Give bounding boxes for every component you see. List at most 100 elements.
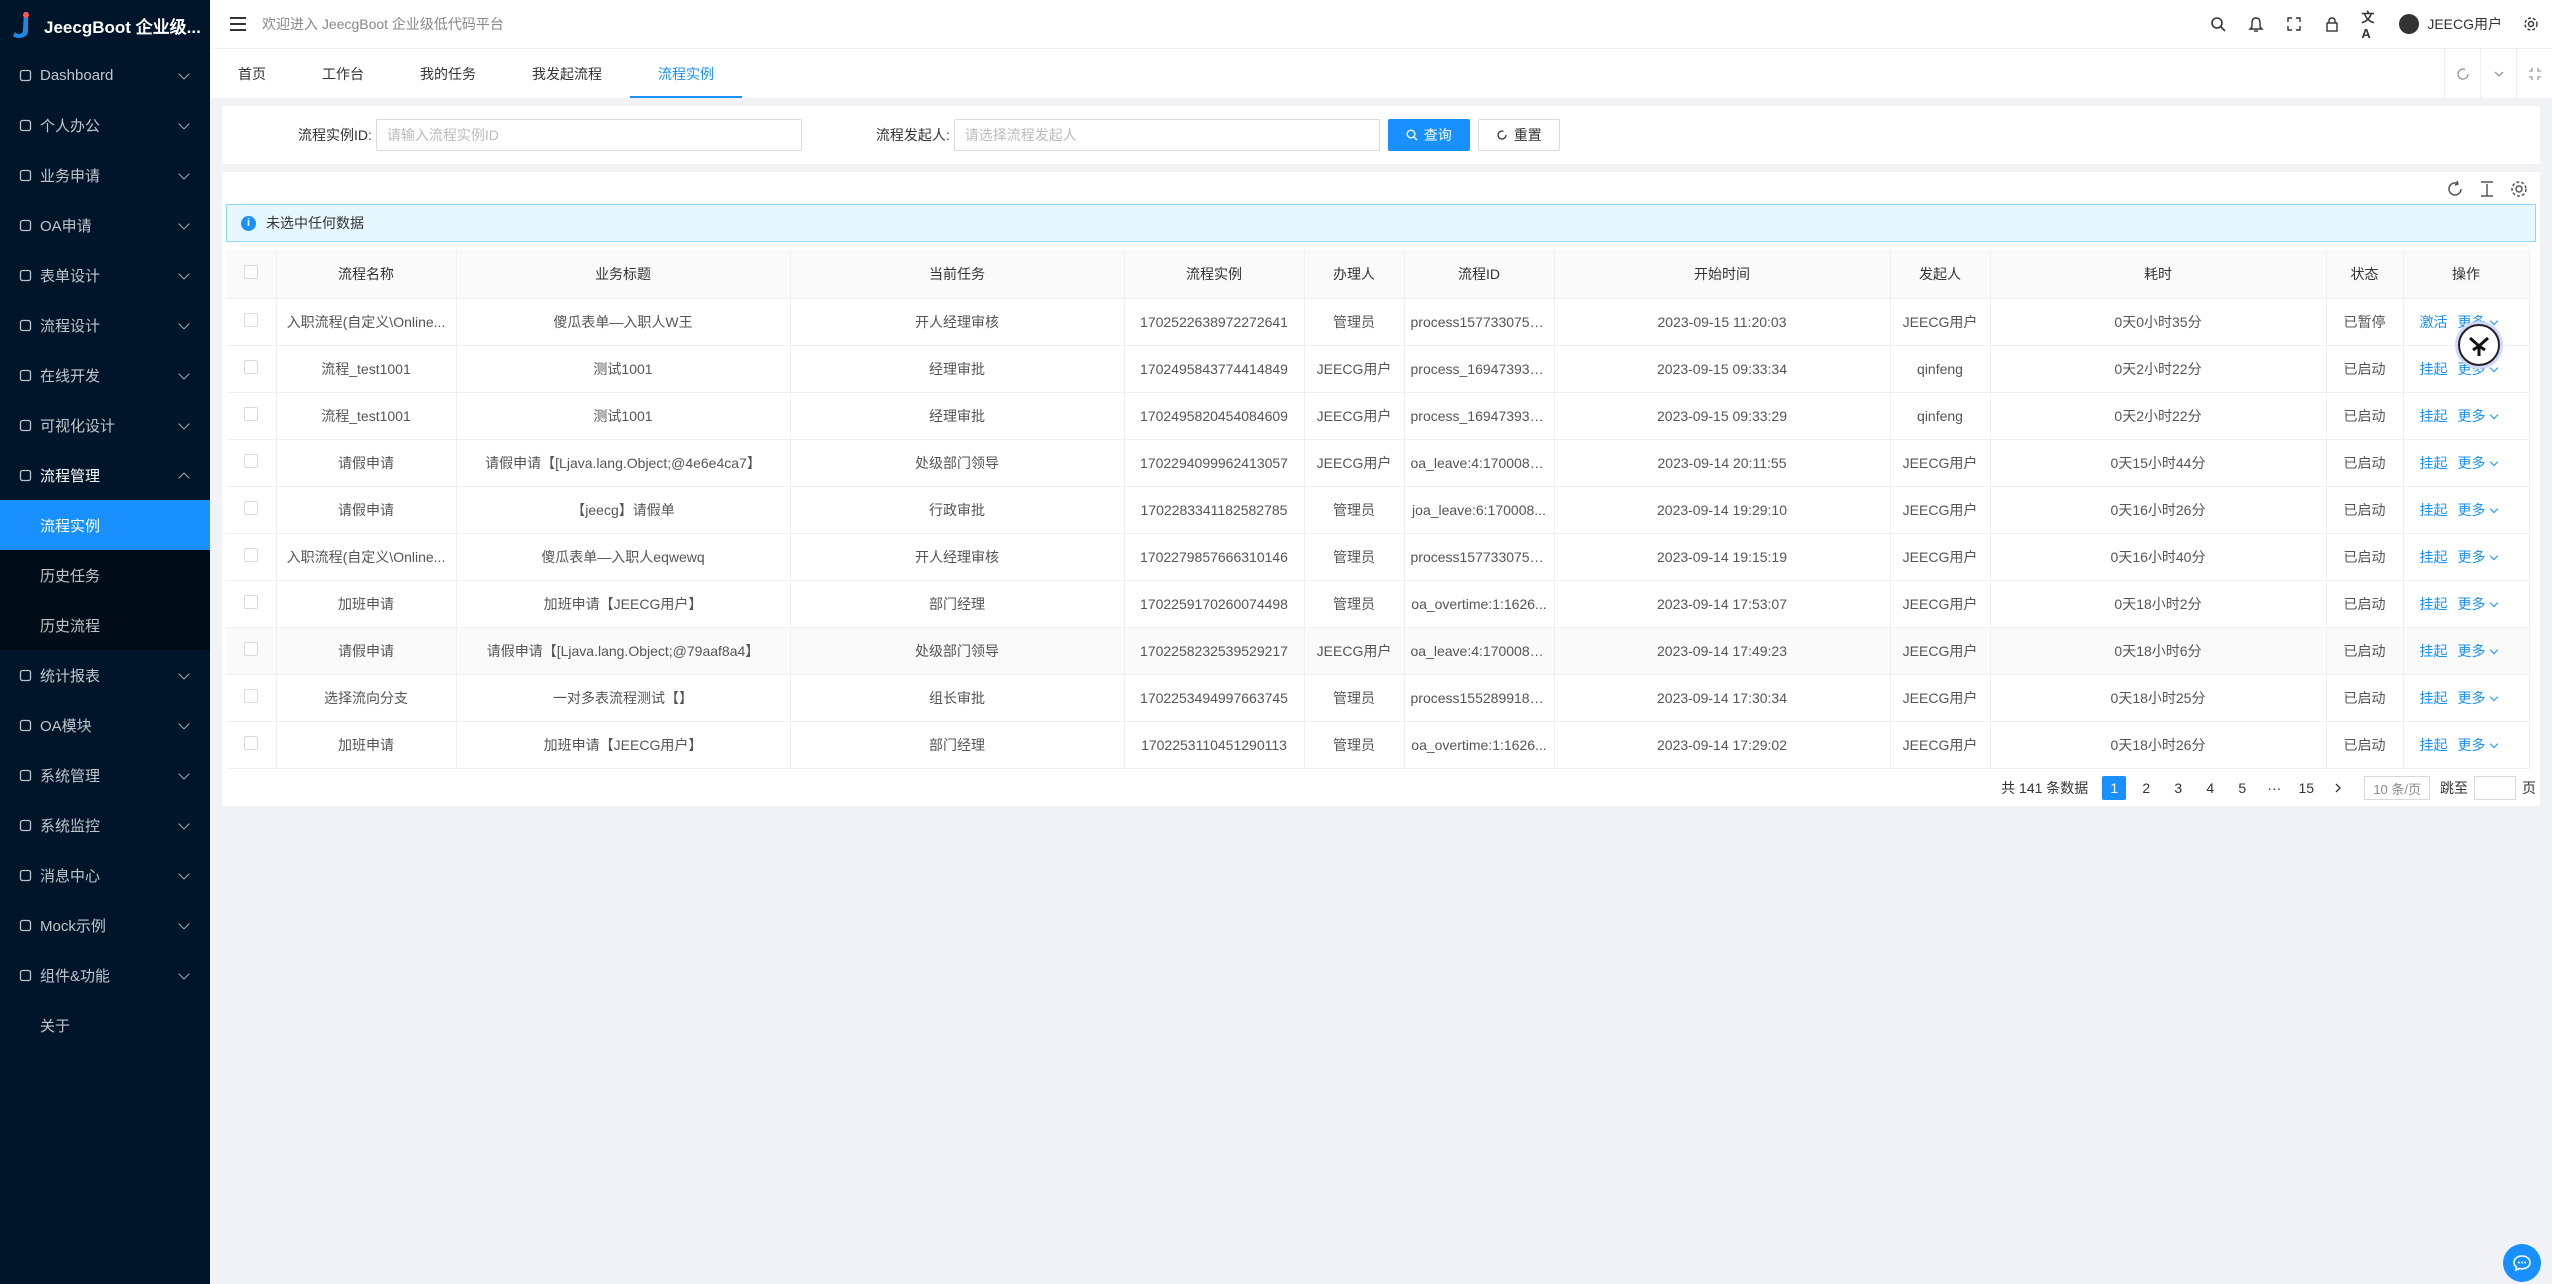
app-logo[interactable]: JeecgBoot 企业级... [0,0,210,50]
page-5[interactable]: 5 [2230,776,2254,800]
row-checkbox[interactable] [226,392,277,440]
reset-button[interactable]: 重置 [1477,119,1560,151]
page-size-select[interactable]: 10 条/页 [2364,776,2430,800]
table-row[interactable]: 入职流程(自定义\Online... 傻瓜表单—入职人eqwewq 开人经理审核 17… [226,533,2530,581]
sidebar-item-9[interactable]: 统计报表 [0,650,210,700]
sidebar-item-3[interactable]: OA申请 [0,200,210,250]
settings-icon[interactable] [2510,180,2528,203]
more-dropdown[interactable]: 更多 [2458,549,2497,565]
sidebar-item-1[interactable]: 个人办公 [0,100,210,150]
sidebar-item-2[interactable]: 业务申请 [0,150,210,200]
cell-cost: 0天18小时6分 [1990,627,2327,675]
tab-my-started-flows[interactable]: 我发起流程 [504,49,630,98]
menu-toggle-icon[interactable] [230,17,246,31]
tab-home[interactable]: 首页 [210,49,294,98]
row-checkbox[interactable] [226,439,277,487]
row-action-link[interactable]: 挂起 [2420,455,2448,471]
more-dropdown[interactable]: 更多 [2458,737,2497,753]
sidebar-item-8[interactable]: 流程管理 [0,450,210,500]
row-checkbox[interactable] [226,721,277,769]
table-row[interactable]: 流程_test1001 测试1001 经理审批 1702495820454084609… [226,392,2530,440]
sidebar-item-10[interactable]: OA模块 [0,700,210,750]
sidebar-item-16[interactable]: 关于 [0,1000,210,1050]
table-row[interactable]: 选择流向分支 一对多表流程测试【】 组长审批 1702253494997663745 管… [226,674,2530,722]
sidebar-item-12[interactable]: 系统监控 [0,800,210,850]
table-row[interactable]: 流程_test1001 测试1001 经理审批 1702495843774414849… [226,345,2530,393]
sidebar-item-14[interactable]: Mock示例 [0,900,210,950]
row-action-link[interactable]: 挂起 [2420,502,2448,518]
page-4[interactable]: 4 [2198,776,2222,800]
cell-cost: 0天16小时40分 [1990,533,2327,581]
submenu-item-0[interactable]: 流程实例 [0,500,210,550]
sidebar-item-15[interactable]: 组件&功能 [0,950,210,1000]
sidebar-item-7[interactable]: 可视化设计 [0,400,210,450]
row-checkbox[interactable] [226,298,277,346]
table-row[interactable]: 入职流程(自定义\Online... 傻瓜表单—入职人W王 开人经理审核 170252… [226,298,2530,346]
sidebar-item-11[interactable]: 系统管理 [0,750,210,800]
expand-icon[interactable] [2516,49,2552,99]
bell-icon[interactable] [2247,15,2265,33]
row-action-link[interactable]: 挂起 [2420,549,2448,565]
user-menu[interactable]: JEECG用户 [2399,14,2502,34]
table-row[interactable]: 请假申请 请假申请【[Ljava.lang.Object;@79aaf8a4】 处级… [226,627,2530,675]
search-icon[interactable] [2209,15,2227,33]
row-action-link[interactable]: 挂起 [2420,361,2448,377]
query-button[interactable]: 查询 [1387,119,1470,151]
tab-workbench[interactable]: 工作台 [294,49,392,98]
row-action-link[interactable]: 挂起 [2420,737,2448,753]
chat-icon[interactable] [2503,1244,2541,1282]
actions-cell: 挂起 更多 [2403,674,2530,722]
more-dropdown[interactable]: 更多 [2458,596,2497,612]
chevron-down-icon[interactable] [2480,49,2516,99]
row-action-link[interactable]: 挂起 [2420,408,2448,424]
page-3[interactable]: 3 [2166,776,2190,800]
gear-icon[interactable] [2522,15,2540,33]
table-row[interactable]: 请假申请 【jeecg】请假单 行政审批 1702283341182582785 管理员… [226,486,2530,534]
submenu-item-1[interactable]: 历史任务 [0,550,210,600]
table-row[interactable]: 加班申请 加班申请【JEECG用户】 部门经理 1702253110451290113… [226,721,2530,769]
row-checkbox[interactable] [226,486,277,534]
tab-my-tasks[interactable]: 我的任务 [392,49,504,98]
column-height-icon[interactable] [2478,180,2496,203]
page-1[interactable]: 1 [2102,776,2127,800]
next-page-icon[interactable] [2326,776,2350,800]
sidebar-item-5[interactable]: 流程设计 [0,300,210,350]
instance-id-input[interactable]: 请输入流程实例ID [375,119,802,151]
tab-process-instances[interactable]: 流程实例 [630,49,742,98]
starter-label: 流程发起人: [875,127,950,143]
row-action-link[interactable]: 激活 [2420,314,2448,330]
cell-pid: process1552899184... [1404,674,1555,722]
row-checkbox[interactable] [226,345,277,393]
submenu-item-2[interactable]: 历史流程 [0,600,210,650]
lock-icon[interactable] [2323,15,2341,33]
row-checkbox[interactable] [226,580,277,628]
sidebar-item-4[interactable]: 表单设计 [0,250,210,300]
table-row[interactable]: 加班申请 加班申请【JEECG用户】 部门经理 1702259170260074498… [226,580,2530,628]
row-checkbox[interactable] [226,627,277,675]
more-dropdown[interactable]: 更多 [2458,408,2497,424]
refresh-tab-icon[interactable] [2444,49,2480,99]
more-dropdown[interactable]: 更多 [2458,455,2497,471]
row-action-link[interactable]: 挂起 [2420,596,2448,612]
translate-icon[interactable]: 文A [2361,10,2379,41]
row-action-link[interactable]: 挂起 [2420,690,2448,706]
sidebar-item-0[interactable]: Dashboard [0,50,210,100]
assistant-badge-icon[interactable] [2458,324,2500,366]
page-ellipsis[interactable]: ··· [2262,776,2286,800]
sidebar-item-13[interactable]: 消息中心 [0,850,210,900]
select-all-checkbox[interactable] [226,250,277,299]
row-action-link[interactable]: 挂起 [2420,643,2448,659]
starter-select[interactable]: 请选择流程发起人 [953,119,1380,151]
sidebar-item-6[interactable]: 在线开发 [0,350,210,400]
jump-input[interactable] [2474,776,2516,800]
more-dropdown[interactable]: 更多 [2458,643,2497,659]
refresh-icon[interactable] [2446,180,2464,203]
page-2[interactable]: 2 [2134,776,2158,800]
row-checkbox[interactable] [226,533,277,581]
table-row[interactable]: 请假申请 请假申请【[Ljava.lang.Object;@4e6e4ca7】 处级… [226,439,2530,487]
page-15[interactable]: 15 [2294,776,2318,800]
row-checkbox[interactable] [226,674,277,722]
more-dropdown[interactable]: 更多 [2458,502,2497,518]
fullscreen-icon[interactable] [2285,15,2303,33]
more-dropdown[interactable]: 更多 [2458,690,2497,706]
